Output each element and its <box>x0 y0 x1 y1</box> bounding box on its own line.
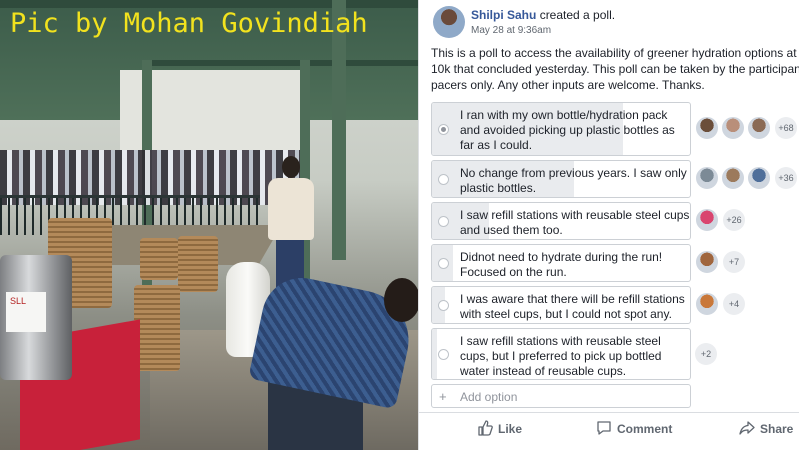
share-label: Share <box>760 422 794 436</box>
poll-option-line: No change from previous years. I saw onl… <box>460 166 687 180</box>
poll-option-line: and used them too. <box>460 223 563 237</box>
poll-option[interactable]: I ran with my own bottle/hydration pack … <box>431 102 691 156</box>
more-voters-count[interactable]: +36 <box>775 167 797 189</box>
like-label: Like <box>498 422 523 436</box>
more-voters-count[interactable]: +7 <box>723 251 745 273</box>
thumbs-up-icon <box>478 420 493 436</box>
comment-icon <box>597 421 611 435</box>
voter-avatar[interactable] <box>695 208 719 232</box>
poll-option-line: I saw refill stations with reusable stee… <box>460 334 661 348</box>
post-description: This is a poll to access the availabilit… <box>431 45 799 93</box>
plus-icon: + <box>439 389 447 404</box>
poll-option[interactable]: I saw refill stations with reusable stee… <box>431 328 691 380</box>
like-button[interactable]: Like <box>477 420 522 436</box>
poll-option-label: No change from previous years. I saw onl… <box>460 166 687 196</box>
poll-post: Shilpi Sahu created a poll. May 28 at 9:… <box>418 0 799 450</box>
poll-option-label: I ran with my own bottle/hydration pack … <box>460 108 685 153</box>
more-voters-count[interactable]: +68 <box>775 117 797 139</box>
more-voters-count[interactable]: +4 <box>723 293 745 315</box>
description-line: 10k that concluded yesterday. This poll … <box>431 62 799 76</box>
comment-button[interactable]: Comment <box>596 420 672 436</box>
poll-option-line: Focused on the run. <box>460 265 567 279</box>
poll-option-radio[interactable] <box>438 124 449 135</box>
voter-avatar[interactable] <box>721 166 745 190</box>
share-button[interactable]: Share <box>739 420 793 436</box>
more-voters-count[interactable]: +26 <box>723 209 745 231</box>
poll-option-label: I was aware that there will be refill st… <box>460 292 685 322</box>
poll-option-line: with steel cups, but I could not spot an… <box>460 307 672 321</box>
person-head <box>384 278 418 322</box>
poll-option[interactable]: I saw refill stations with reusable stee… <box>431 202 691 240</box>
plate-stack <box>140 238 178 280</box>
share-icon <box>739 421 755 435</box>
plate-stack <box>178 236 218 292</box>
poll-option[interactable]: Didnot need to hydrate during the run! F… <box>431 244 691 282</box>
poll-option-result-bar <box>432 329 438 379</box>
poll-option-line: plastic bottles. <box>460 181 537 195</box>
add-option-input[interactable]: + Add option <box>431 384 691 408</box>
photo-watermark: Pic by Mohan Govindiah <box>10 8 368 39</box>
author-avatar[interactable] <box>433 6 465 38</box>
post-photo[interactable]: SLL Pic by Mohan Govindiah <box>0 0 418 450</box>
add-option-label: Add option <box>460 390 518 404</box>
poll-option-line: Didnot need to hydrate during the run! <box>460 250 663 264</box>
poll-option-label: I saw refill stations with reusable stee… <box>460 208 690 238</box>
description-line: pacers only. Any other inputs are welcom… <box>431 78 705 92</box>
poll-option-line: and avoided picking up plastic bottles a… <box>460 123 675 137</box>
post-timestamp[interactable]: May 28 at 9:36am <box>471 25 551 36</box>
author-name[interactable]: Shilpi Sahu <box>471 8 536 22</box>
roof-beam <box>150 60 418 66</box>
person-head <box>282 156 300 178</box>
voter-avatar[interactable] <box>721 116 745 140</box>
poll-option-label: Didnot need to hydrate during the run! F… <box>460 250 685 280</box>
drum-label: SLL <box>6 292 46 332</box>
voter-avatar[interactable] <box>747 116 771 140</box>
poll-option-line: far as I could. <box>460 138 533 152</box>
poll-option-radio[interactable] <box>438 174 449 185</box>
poll-option-radio[interactable] <box>438 258 449 269</box>
plate-stack <box>134 285 180 371</box>
poll-option-radio[interactable] <box>438 216 449 227</box>
poll-option[interactable]: I was aware that there will be refill st… <box>431 286 691 324</box>
voter-avatar[interactable] <box>695 250 719 274</box>
more-voters-count[interactable]: +2 <box>695 343 717 365</box>
poll-option-radio[interactable] <box>438 349 449 360</box>
person-shirt <box>268 178 314 240</box>
post-action-bar: Like Comment Share <box>419 412 799 442</box>
poll-option-line: I was aware that there will be refill st… <box>460 292 685 306</box>
post-header: Shilpi Sahu created a poll. <box>471 8 615 22</box>
poll-option-line: cups, but I preferred to pick up bottled <box>460 349 662 363</box>
poll-option-radio[interactable] <box>438 300 449 311</box>
pillar <box>332 0 346 260</box>
voter-avatar[interactable] <box>695 116 719 140</box>
poll-option-line: water instead of reusable cups. <box>460 364 627 378</box>
poll-option-line: I saw refill stations with reusable stee… <box>460 208 690 222</box>
roof-beam <box>0 0 418 8</box>
voter-avatar[interactable] <box>695 292 719 316</box>
poll-option[interactable]: No change from previous years. I saw onl… <box>431 160 691 198</box>
poll-option-label: I saw refill stations with reusable stee… <box>460 334 685 379</box>
poll-option-line: I ran with my own bottle/hydration pack <box>460 108 668 122</box>
description-line: This is a poll to access the availabilit… <box>431 46 799 60</box>
comment-label: Comment <box>617 422 673 436</box>
voter-avatar[interactable] <box>695 166 719 190</box>
voter-avatar[interactable] <box>747 166 771 190</box>
post-action-text: created a poll. <box>539 8 616 22</box>
